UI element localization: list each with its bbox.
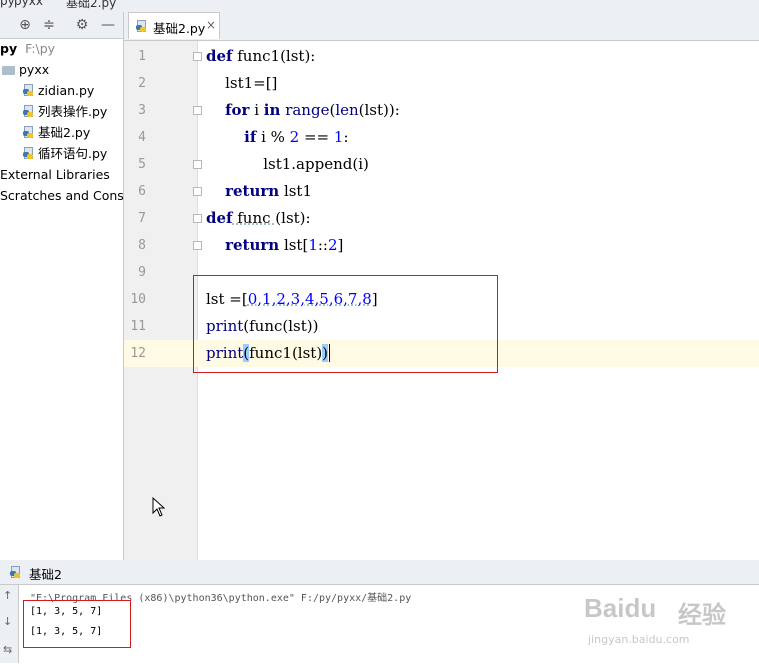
line-number: 5 [138,157,146,172]
python-run-icon [10,566,22,579]
tree-scratches[interactable]: Scratches and Consoles [0,185,123,206]
tree-folder-label: pyxx [19,62,50,77]
line-number: 4 [138,130,146,145]
tree-file-zidian[interactable]: zidian.py [23,80,94,101]
code-line-4: if i % 2 == 1: [244,128,349,146]
line-number: 10 [130,292,146,307]
project-panel: ⊕ ≑ ⚙ — py F:\py pyxx zidian.py 列表操作.py … [0,12,124,560]
line-number: 3 [138,103,146,118]
highlight-box-output [23,600,131,648]
editor-tab-bar: 基础2.py × [124,12,759,41]
project-toolbar: ⊕ ≑ ⚙ — [0,12,123,39]
tree-file-label: zidian.py [38,83,95,98]
python-file-icon [23,84,35,97]
line-number: 1 [138,49,146,64]
python-file-icon [23,126,35,139]
tree-root-label: py [0,41,18,56]
tab-label: 基础2.py [153,21,206,36]
rerun-icon[interactable]: ⇆ [3,643,12,656]
breadcrumb-item-file[interactable]: 基础2.py [66,0,116,11]
folder-icon [2,66,15,75]
breadcrumb-item-py[interactable]: py [0,0,15,8]
code-line-5: lst1.append(i) [206,155,369,173]
fold-marker[interactable] [193,214,202,223]
line-number: 6 [138,184,146,199]
close-icon[interactable]: × [206,18,216,32]
code-line-3: for i in range(len(lst)): [225,101,400,119]
tree-file-label: 基础2.py [38,125,91,140]
run-tab-label[interactable]: 基础2 [29,564,62,583]
watermark-cn: 经验 [678,601,726,629]
baidu-jingyan-watermark: Baidu 经验 jingyan.baidu.com [584,593,759,663]
tree-root-path: F:\py [25,41,56,56]
watermark-url: jingyan.baidu.com [588,633,690,646]
line-number: 9 [138,265,146,280]
tree-root[interactable]: py F:\py [0,38,55,59]
fold-marker[interactable] [193,106,202,115]
hide-panel-icon[interactable]: — [99,16,117,34]
line-number: 11 [130,319,146,334]
tree-file-label: 循环语句.py [38,146,108,161]
code-line-6: return lst1 [225,182,313,200]
line-number: 8 [138,238,146,253]
tree-folder-pyxx[interactable]: pyxx [2,59,49,80]
collapse-all-icon[interactable]: ≑ [40,16,58,34]
code-line-7: def func (lst): [206,209,311,227]
line-number: 12 [130,346,146,361]
python-file-icon [23,147,35,160]
mouse-pointer-icon [152,497,166,517]
tree-file-loops[interactable]: 循环语句.py [23,143,107,164]
tree-file-label: 列表操作.py [38,104,108,119]
code-line-8: return lst[1::2] [225,236,344,254]
tab-jichu2[interactable]: 基础2.py × [128,12,220,39]
locate-icon[interactable]: ⊕ [16,16,34,34]
gear-icon[interactable]: ⚙ [73,16,91,34]
code-line-2: lst1=[] [206,74,278,92]
line-number: 7 [138,211,146,226]
run-toolbar: ↑ ↓ ⇆ [0,585,19,663]
code-line-1: def func1(lst): [206,47,316,65]
breadcrumb-item-pyxx[interactable]: pyxx [14,0,43,8]
watermark-brand: Baidu [584,593,657,623]
down-arrow-icon[interactable]: ↓ [3,615,12,628]
fold-marker[interactable] [193,52,202,61]
tree-file-list-ops[interactable]: 列表操作.py [23,101,107,122]
python-file-icon [136,20,148,33]
python-file-icon [23,105,35,118]
fold-marker[interactable] [193,187,202,196]
up-arrow-icon[interactable]: ↑ [3,589,12,602]
breadcrumb: py pyxx 基础2.py [0,0,759,12]
fold-marker[interactable] [193,160,202,169]
highlight-box-code [193,275,498,373]
tree-file-jichu2[interactable]: 基础2.py [23,122,90,143]
tree-external-libraries[interactable]: External Libraries [0,164,110,185]
run-tab-bar: 基础2 [0,560,759,585]
line-number: 2 [138,76,146,91]
fold-marker[interactable] [193,241,202,250]
